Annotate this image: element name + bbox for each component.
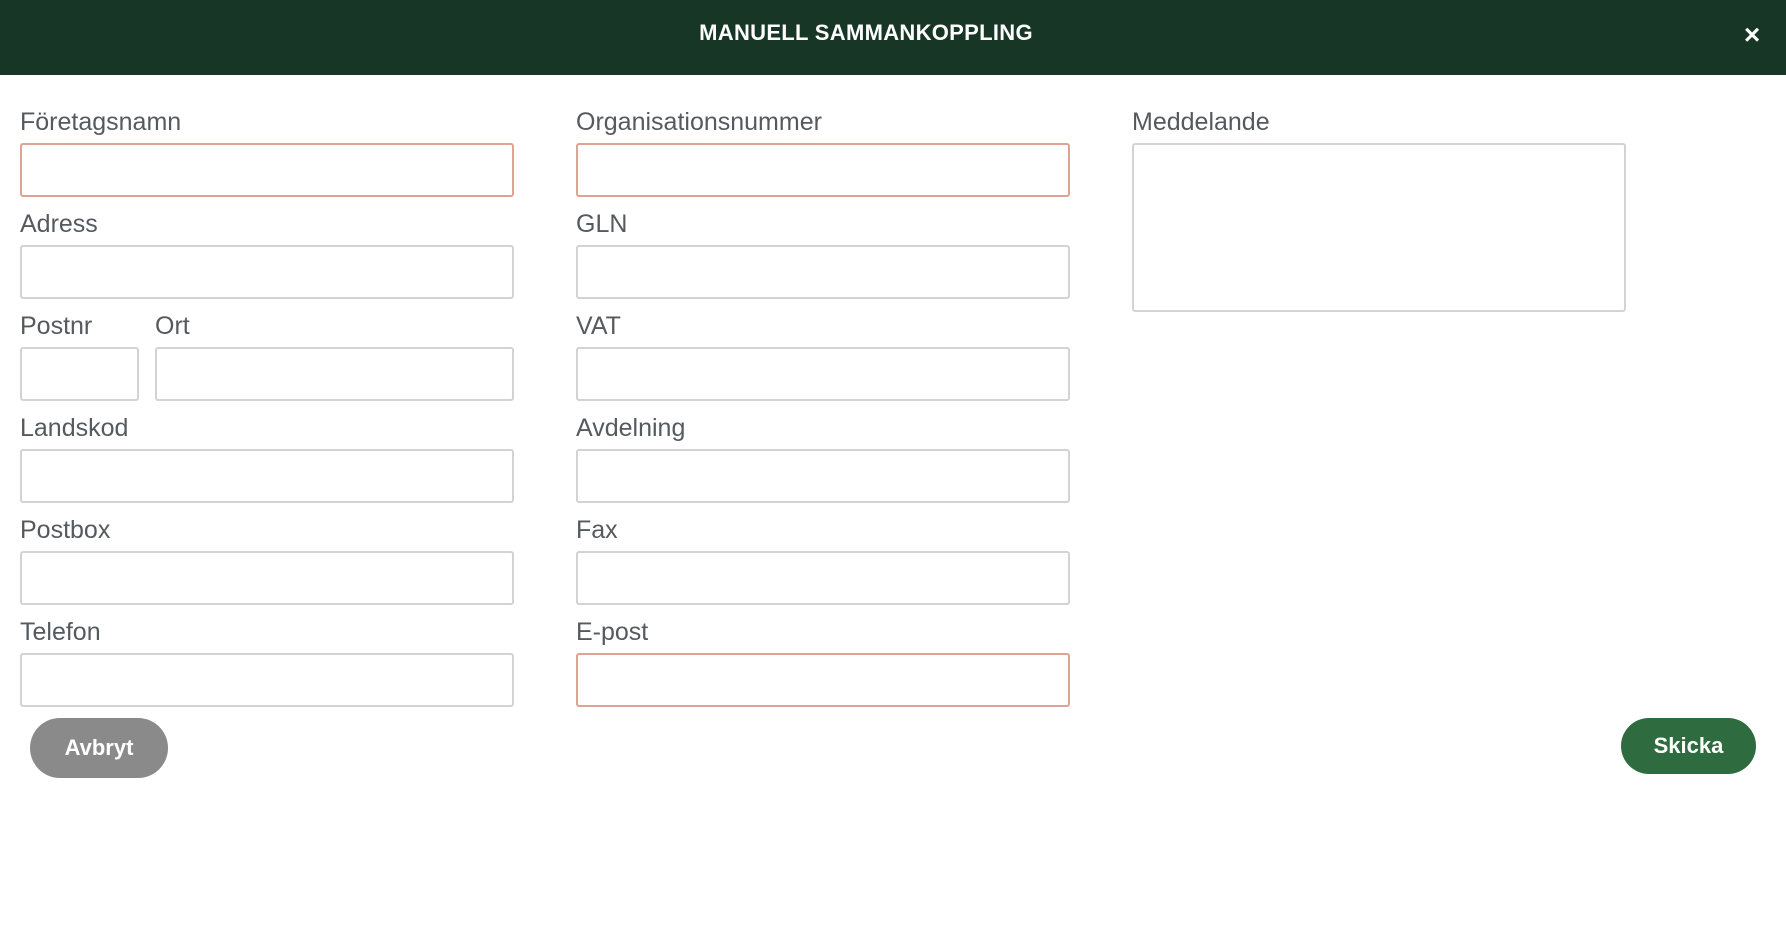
dialog-title: MANUELL SAMMANKOPPLING [699,20,1033,45]
phone-label: Telefon [20,618,101,646]
dialog-header: MANUELL SAMMANKOPPLING × [0,0,1786,75]
fax-field[interactable] [576,551,1070,605]
address-field[interactable] [20,245,514,299]
org-number-label: Organisationsnummer [576,108,822,136]
city-label: Ort [155,312,190,340]
city-field[interactable] [155,347,514,401]
email-label: E-post [576,618,649,646]
phone-field[interactable] [20,653,514,707]
department-field[interactable] [576,449,1070,503]
email-field[interactable] [576,653,1070,707]
postbox-label: Postbox [20,516,111,544]
address-label: Adress [20,210,98,238]
country-code-field[interactable] [20,449,514,503]
org-number-field[interactable] [576,143,1070,197]
department-label: Avdelning [576,414,686,442]
gln-label: GLN [576,210,628,238]
vat-field[interactable] [576,347,1070,401]
country-code-label: Landskod [20,414,129,442]
close-icon[interactable]: × [1740,21,1764,49]
gln-field[interactable] [576,245,1070,299]
vat-label: VAT [576,312,621,340]
company-name-label: Företagsnamn [20,108,182,136]
fax-label: Fax [576,516,618,544]
postbox-field[interactable] [20,551,514,605]
message-label: Meddelande [1132,108,1270,136]
send-button[interactable]: Skicka [1621,718,1756,774]
postal-code-field[interactable] [20,347,139,401]
company-name-field[interactable] [20,143,514,197]
message-field[interactable] [1132,143,1626,312]
cancel-button[interactable]: Avbryt [30,718,168,778]
postal-code-label: Postnr [20,312,93,340]
